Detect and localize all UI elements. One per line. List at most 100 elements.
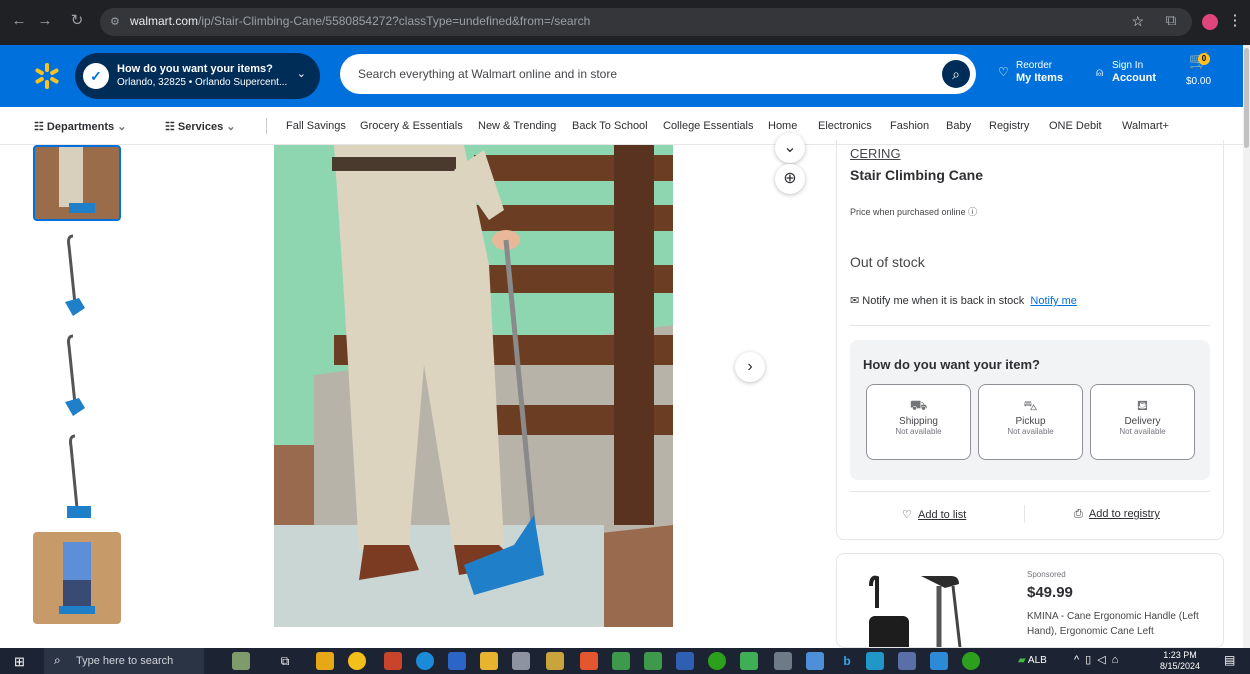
taskbar-app-chrome[interactable]: [348, 652, 366, 670]
search-input[interactable]: Search everything at Walmart online and …: [358, 67, 617, 81]
nav-link-electronics[interactable]: Electronics: [818, 120, 872, 132]
page-scrollbar[interactable]: [1243, 45, 1250, 648]
bookmark-star-icon[interactable]: ☆: [1131, 13, 1144, 30]
nav-link-back-to-school[interactable]: Back To School: [572, 120, 648, 132]
product-main-image[interactable]: [274, 145, 673, 627]
my-items-label: My Items: [1016, 72, 1064, 84]
nav-link-grocery[interactable]: Grocery & Essentials: [360, 120, 463, 132]
taskbar-app-store[interactable]: [546, 652, 564, 670]
nav-link-college[interactable]: College Essentials: [663, 120, 754, 132]
taskbar-app-green-3[interactable]: [740, 652, 758, 670]
location-subtitle: Orlando, 32825 • Orlando Supercent...: [117, 77, 288, 88]
taskbar-app-teal[interactable]: [866, 652, 884, 670]
taskbar-app-indigo[interactable]: [898, 652, 916, 670]
taskbar-app-quickbooks-2[interactable]: [962, 652, 980, 670]
nav-link-fashion[interactable]: Fashion: [890, 120, 929, 132]
delivery-option[interactable]: ⛾ Delivery Not available: [1090, 384, 1195, 460]
pickup-status: Not available: [1007, 427, 1054, 436]
windows-start-icon[interactable]: ⊞: [14, 654, 25, 670]
nav-link-one-debit[interactable]: ONE Debit: [1049, 120, 1102, 132]
add-to-list-button[interactable]: ♡ Add to list: [902, 508, 966, 521]
taskbar-app-green[interactable]: [612, 652, 630, 670]
notify-me-link[interactable]: Notify me: [1030, 295, 1076, 307]
car-icon: ⛍: [1023, 397, 1038, 413]
grid-icon: ☷: [165, 121, 178, 133]
thumbnail-5[interactable]: [33, 532, 121, 624]
system-clock[interactable]: 1:23 PM 8/15/2024: [1160, 650, 1200, 672]
site-settings-icon[interactable]: ⚙: [110, 15, 120, 28]
back-icon[interactable]: ←: [8, 10, 30, 32]
search-bar[interactable]: Search everything at Walmart online and …: [340, 54, 976, 94]
browser-toolbar: ← → ↻ ⚙ walmart.com/ip/Stair-Climbing-Ca…: [0, 0, 1250, 45]
cart-button[interactable]: 🛒0 $0.00: [1186, 53, 1211, 88]
taskbar-app-quickbooks[interactable]: [708, 652, 726, 670]
taskbar-search-box[interactable]: ⌕ Type here to search: [44, 648, 204, 674]
taskbar-app-blue[interactable]: [806, 652, 824, 670]
walmart-spark-logo[interactable]: [33, 62, 61, 90]
departments-label: Departments: [46, 121, 115, 133]
windows-taskbar: ⊞ ⌕ Type here to search ⧉ b ▰ ALB ^▯◁⌂ 1…: [0, 648, 1250, 674]
taskbar-app-word[interactable]: [448, 652, 466, 670]
nav-link-registry[interactable]: Registry: [989, 120, 1029, 132]
thumbnail-4[interactable]: [33, 430, 121, 522]
search-icon[interactable]: ⌕: [942, 60, 970, 88]
taskbar-app-powerpoint[interactable]: [580, 652, 598, 670]
thumbnail-1[interactable]: [33, 145, 121, 221]
taskbar-app-grey[interactable]: [774, 652, 792, 670]
divider: [850, 491, 1210, 492]
taskbar-app-calc[interactable]: [512, 652, 530, 670]
forward-icon[interactable]: →: [34, 10, 56, 32]
extensions-icon[interactable]: ⧉: [1160, 10, 1182, 32]
pickup-option[interactable]: ⛍ Pickup Not available: [978, 384, 1083, 460]
services-menu[interactable]: ☷ Services ⌄: [165, 120, 235, 133]
account-link[interactable]: ⍝ Sign In Account: [1096, 59, 1156, 85]
reorder-link[interactable]: ♡ Reorder My Items: [998, 59, 1063, 85]
taskbar-app-blue-2[interactable]: [930, 652, 948, 670]
address-bar[interactable]: ⚙ walmart.com/ip/Stair-Climbing-Cane/558…: [100, 8, 1192, 36]
heart-icon: ♡: [998, 65, 1009, 79]
next-image-button[interactable]: ›: [735, 352, 765, 382]
shipping-option[interactable]: ⛟ Shipping Not available: [866, 384, 971, 460]
notifications-icon[interactable]: ▤: [1224, 653, 1235, 667]
nav-link-new-trending[interactable]: New & Trending: [478, 120, 556, 132]
input-language[interactable]: ▰ ALB: [1018, 655, 1047, 666]
brand-link[interactable]: CERING: [850, 146, 901, 161]
nav-link-baby[interactable]: Baby: [946, 120, 971, 132]
thumbnail-2[interactable]: [33, 230, 121, 320]
info-icon[interactable]: ⓘ: [968, 207, 977, 217]
thumb-pants: [63, 580, 91, 606]
nav-link-fall-savings[interactable]: Fall Savings: [286, 120, 346, 132]
taskbar-app-outlook[interactable]: [316, 652, 334, 670]
taskbar-app-green-2[interactable]: [644, 652, 662, 670]
thumbnail-3[interactable]: [33, 330, 121, 420]
sponsored-card[interactable]: Sponsored $49.99 KMINA - Cane Ergonomic …: [836, 553, 1224, 648]
nav-divider: [266, 118, 267, 134]
url-domain: walmart.com: [130, 14, 199, 28]
taskbar-app-red[interactable]: [384, 652, 402, 670]
taskbar-app-b[interactable]: b: [838, 652, 856, 670]
delivery-person-icon: ⛾: [1136, 397, 1149, 413]
zoom-in-icon[interactable]: ⊕: [775, 164, 805, 194]
sponsored-description[interactable]: KMINA - Cane Ergonomic Handle (Left Hand…: [1027, 609, 1207, 639]
location-selector[interactable]: ✓ How do you want your items? Orlando, 3…: [75, 53, 320, 99]
profile-avatar[interactable]: [1202, 14, 1218, 30]
product-photo: [274, 145, 673, 627]
grid-icon: ☷: [34, 121, 47, 133]
menu-dots-icon[interactable]: ⋮: [1224, 10, 1246, 32]
taskbar-app-explorer[interactable]: [480, 652, 498, 670]
divider: [850, 325, 1210, 326]
departments-menu[interactable]: ☷ Departments ⌄: [34, 120, 126, 133]
nav-link-home[interactable]: Home: [768, 120, 797, 132]
add-to-registry-button[interactable]: ⎙ Add to registry: [1074, 508, 1160, 521]
system-tray-icons[interactable]: ^▯◁⌂: [1074, 653, 1124, 666]
checkmark-icon: ✓: [83, 63, 109, 89]
taskbar-app-wd[interactable]: [676, 652, 694, 670]
weather-icon[interactable]: [232, 652, 250, 670]
chevron-down-icon[interactable]: ⌄: [775, 133, 805, 163]
task-view-icon[interactable]: ⧉: [276, 652, 294, 670]
reload-icon[interactable]: ↻: [66, 10, 88, 32]
taskbar-app-edge[interactable]: [416, 652, 434, 670]
reorder-label: Reorder: [1016, 60, 1053, 71]
scrollbar-thumb[interactable]: [1244, 48, 1249, 148]
nav-link-walmart-plus[interactable]: Walmart+: [1122, 120, 1169, 132]
